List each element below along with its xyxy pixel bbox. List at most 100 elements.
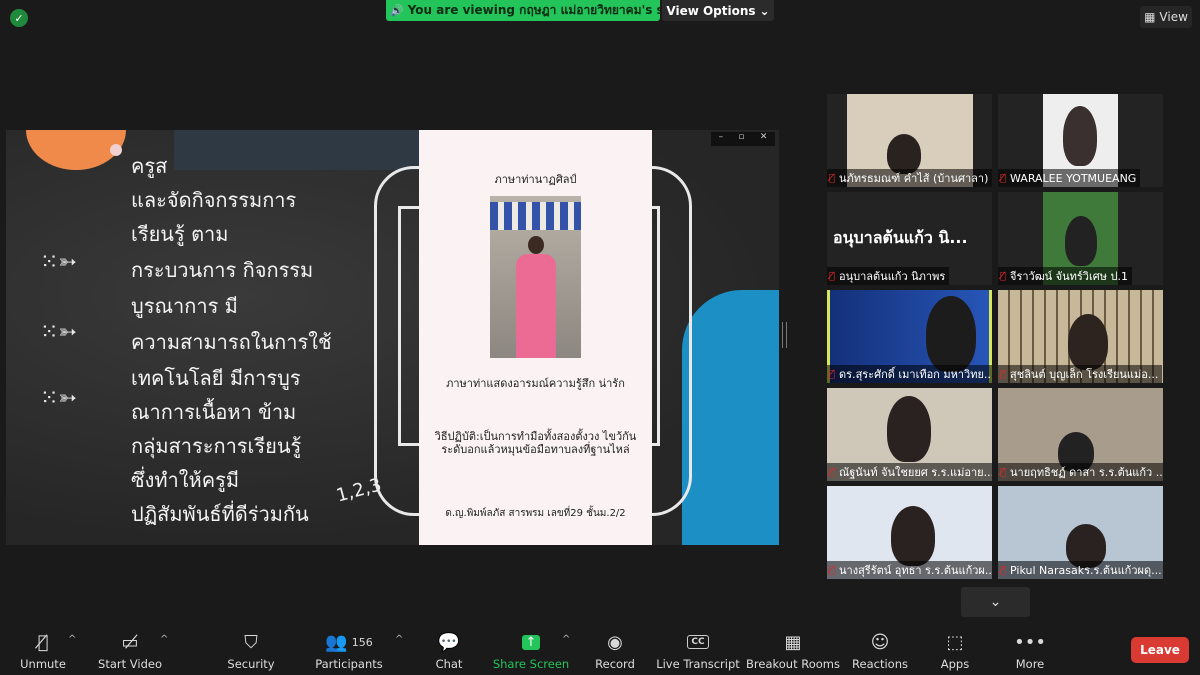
share-screen-label: Share Screen: [492, 657, 570, 671]
shield-icon: ⛉: [244, 631, 258, 653]
lesson-card: ภาษาท่านาฏศิลป์ ภาษาท่าแสดงอารมณ์ความรู้…: [419, 130, 652, 545]
chat-button[interactable]: 💬 Chat: [434, 630, 464, 672]
reactions-button[interactable]: ☺ Reactions: [852, 630, 908, 672]
live-transcript-button[interactable]: CC Live Transcript: [656, 630, 740, 671]
view-options-button[interactable]: View Options ⌄: [662, 0, 774, 21]
participant-tile-active-speaker[interactable]: 🎙̸ ดร.สุระศักดิ์ เมาเทือก มหาวิทย...: [827, 290, 992, 383]
apps-label: Apps: [940, 657, 970, 671]
board-line: เรียนรู้ ตาม: [131, 222, 229, 246]
muted-mic-icon: 🎙̸: [829, 172, 836, 184]
apps-button[interactable]: ⬚ Apps: [940, 630, 970, 672]
card-student: ด.ญ.พิมพ์ลภัส สารพรม เลขที่29 ชั้นม.2/2: [445, 508, 626, 519]
start-video-button[interactable]: ▭̸ Start Video: [98, 630, 162, 672]
video-options-caret[interactable]: ^: [160, 634, 168, 645]
participant-tile[interactable]: 🎙̸ ณัฐนันท์ จันใชยยศ ร.ร.แม่อาย...: [827, 388, 992, 481]
student-photo: [490, 196, 581, 358]
view-button-label: View: [1159, 10, 1188, 24]
more-icon: •••: [1014, 631, 1046, 653]
more-label: More: [1015, 657, 1045, 671]
gallery-next-page-button[interactable]: ⌄: [961, 587, 1030, 617]
share-screen-button[interactable]: ↑ Share Screen: [492, 630, 570, 671]
board-line: ครูส: [131, 154, 168, 178]
share-screen-icon: ↑: [521, 630, 541, 654]
restore-icon[interactable]: ▫: [738, 132, 744, 146]
leave-button[interactable]: Leave: [1131, 637, 1189, 663]
participant-tile[interactable]: 🎙̸ WARALEE YOTMUEANG: [998, 94, 1163, 187]
participant-silhouette: [887, 396, 931, 462]
participant-tile[interactable]: อนุบาลต้นแก้ว นิ... 🎙̸ อนุบาลต้นแก้ว นิภา…: [827, 192, 992, 285]
board-line: ซึ่งทำให้ครูมี: [131, 468, 240, 492]
muted-mic-icon: 🎙̸: [1000, 564, 1007, 576]
board-line: กระบวนการ กิจกรรม: [131, 258, 314, 282]
record-label: Record: [595, 657, 635, 671]
security-label: Security: [227, 657, 275, 671]
participant-tile[interactable]: 🎙̸ นางสุรีรัตน์ อุทธา ร.ร.ต้นแก้วผ...: [827, 486, 992, 579]
paper-plane-icon: ⁙➳: [40, 320, 77, 345]
speaker-icon: 🔊: [390, 4, 404, 17]
paper-plane-icon: ⁙➳: [40, 250, 77, 275]
participant-label: 🎙̸ WARALEE YOTMUEANG: [998, 169, 1141, 187]
participant-tile[interactable]: 🎙̸ จีราวัฒน์ จันทร์วิเศษ ป.1: [998, 192, 1163, 285]
participant-big-name: อนุบาลต้นแก้ว นิ...: [833, 228, 968, 247]
muted-mic-icon: 🎙̸: [1000, 270, 1007, 282]
paper-plane-icon: ⁙➳: [40, 386, 77, 411]
participant-tile[interactable]: 🎙̸ นภัทรธมณฑ์ คำไส้ (บ้านศาลา): [827, 94, 992, 187]
share-options-caret[interactable]: ^: [562, 634, 570, 645]
muted-mic-icon: 🎙̸: [1000, 466, 1007, 478]
chevron-down-icon: ⌄: [989, 594, 1002, 610]
board-line: ความสามารถในการใช้: [131, 330, 332, 354]
board-line: ณาการเนื้อหา ข้าม: [131, 400, 297, 424]
window-controls[interactable]: – ▫ ✕: [711, 132, 775, 146]
participants-options-caret[interactable]: ^: [395, 634, 403, 645]
participant-count: 156: [351, 635, 373, 649]
view-button[interactable]: ▦ View: [1140, 6, 1192, 28]
record-button[interactable]: ◉ Record: [595, 630, 635, 672]
cc-icon: CC: [687, 630, 709, 654]
live-transcript-label: Live Transcript: [656, 657, 740, 671]
participant-silhouette: [1068, 314, 1108, 370]
participant-label: 🎙̸ อนุบาลต้นแก้ว นิภาพร: [827, 267, 950, 285]
participant-label: 🎙̸ Pikul Narasakร.ร.ต้นแก้วผดุ...: [998, 561, 1163, 579]
unmute-button[interactable]: 🎙̸ Unmute: [20, 630, 66, 672]
board-line: กลุ่มสาระการเรียนรู้: [131, 434, 302, 458]
close-icon[interactable]: ✕: [760, 132, 768, 146]
participant-name: อนุบาลต้นแก้ว นิภาพร: [839, 270, 946, 283]
participant-label: 🎙̸ สุชลินต์ บุญเล็ก โรงเรียนแม่อ...: [998, 365, 1163, 383]
participant-tile[interactable]: 🎙̸ Pikul Narasakร.ร.ต้นแก้วผดุ...: [998, 486, 1163, 579]
breakout-rooms-button[interactable]: ▦ Breakout Rooms: [746, 630, 840, 672]
card-caption: ภาษาท่าแสดงอารมณ์ความรู้สึก น่ารัก: [446, 377, 625, 390]
participant-silhouette: [1065, 216, 1097, 266]
security-shield-icon[interactable]: ✓: [10, 9, 28, 27]
participant-label: 🎙̸ นภัทรธมณฑ์ คำไส้ (บ้านศาลา): [827, 169, 992, 187]
participant-label: 🎙̸ ณัฐนันท์ จันใชยยศ ร.ร.แม่อาย...: [827, 463, 992, 481]
participant-name: สุชลินต์ บุญเล็ก โรงเรียนแม่อ...: [1010, 368, 1159, 381]
participant-name: จีราวัฒน์ จันทร์วิเศษ ป.1: [1010, 270, 1128, 283]
video-off-icon: ▭̸: [121, 631, 139, 653]
unmute-label: Unmute: [20, 657, 66, 671]
minimize-icon[interactable]: –: [719, 132, 724, 146]
participant-label: 🎙̸ ดร.สุระศักดิ์ เมาเทือก มหาวิทย...: [827, 365, 992, 383]
board-line: บูรณาการ มี: [131, 294, 238, 318]
participant-name: ณัฐนันท์ จันใชยยศ ร.ร.แม่อาย...: [839, 466, 992, 479]
grid-icon: ▦: [1144, 10, 1156, 24]
photo-student-figure: [516, 236, 556, 358]
muted-mic-icon: 🎙̸: [829, 564, 836, 576]
participant-label: 🎙̸ จีราวัฒน์ จันทร์วิเศษ ป.1: [998, 267, 1132, 285]
splitter-handle[interactable]: [782, 322, 787, 348]
participant-tile[interactable]: 🎙̸ สุชลินต์ บุญเล็ก โรงเรียนแม่อ...: [998, 290, 1163, 383]
shared-screen[interactable]: ครูส และจัดกิจกรรมการ เรียนรู้ ตาม กระบว…: [6, 130, 779, 545]
participant-name: WARALEE YOTMUEANG: [1010, 171, 1137, 185]
reactions-label: Reactions: [852, 657, 908, 671]
photo-shelf: [490, 202, 581, 230]
more-button[interactable]: ••• More: [1014, 630, 1046, 672]
viewing-text: You are viewing กฤษฎา แม่อายวิทยาคม's sc…: [407, 3, 660, 17]
audio-options-caret[interactable]: ^: [68, 634, 76, 645]
participant-tile[interactable]: 🎙̸ นายฤทธิชฏ์ ดาสา ร.ร.ต้นแก้ว ...: [998, 388, 1163, 481]
participant-label: 🎙̸ นางสุรีรัตน์ อุทธา ร.ร.ต้นแก้วผ...: [827, 561, 992, 579]
chevron-down-icon: ⌄: [759, 3, 770, 18]
reactions-icon: ☺: [870, 631, 890, 653]
security-button[interactable]: ⛉ Security: [227, 630, 275, 672]
participants-icon: 👥 156: [325, 631, 373, 653]
board-line: และจัดกิจกรรมการ: [131, 188, 297, 212]
participants-button[interactable]: 👥 156 Participants: [315, 630, 383, 672]
